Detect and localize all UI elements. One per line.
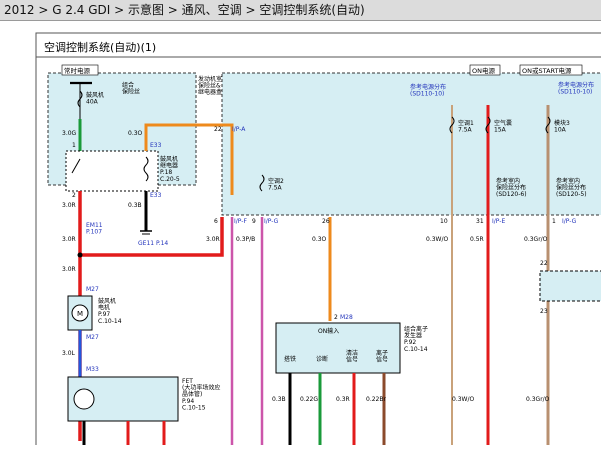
wire-30r-low-label: 3.0R — [62, 266, 76, 273]
wire-03wo-label: 0.3W/O — [426, 236, 448, 243]
wire-03o-label: 0.3O — [312, 236, 327, 243]
wire-30r-left-label: 3.0R — [206, 236, 220, 243]
pin-23-label: 23 — [540, 308, 548, 315]
pin-ground-label: 搭铁 — [284, 355, 296, 363]
wire-03gro-low-label: 0.3Gr/O — [526, 396, 550, 403]
on-input-label: ON输入 — [318, 327, 339, 335]
diagram-title: 空调控制系统(自动)(1) — [44, 40, 156, 54]
pin-9-label: 9 — [252, 218, 256, 225]
ge11-label: GE11 P.14 — [138, 240, 168, 247]
pin-diag-label: 诊断 — [316, 355, 328, 363]
wire-03r-ion-label: 0.3R — [336, 396, 350, 403]
ipg-label: I/P-G — [264, 218, 279, 225]
wire-30r-mid-label: 3.0R — [62, 236, 76, 243]
m27b-label: M27 — [86, 334, 99, 341]
wire-03gro-label: 0.3Gr/O — [524, 236, 548, 243]
breadcrumb-text: 2012 > G 2.4 GDI > 示意图 > 通风、空调 > 空调控制系统(… — [4, 3, 365, 17]
power-dist-ref-1: 参考电源分布(SD110-10) — [410, 83, 446, 98]
pin-22b-label: 22 — [540, 260, 548, 267]
on-power-label: ON电源 — [472, 66, 495, 75]
pin-clean-label: 清洁信号 — [346, 349, 358, 364]
wiring-diagram-canvas: 空调控制系统(自动)(1) 常时电源 ON电源 ON或START电源 鼓风机 40… — [0, 21, 601, 449]
e33-top-label: E33 — [150, 142, 162, 149]
pin-22-label: 22 — [214, 126, 222, 133]
ipg2-label: I/P-G — [562, 218, 577, 225]
m33-label: M33 — [86, 366, 99, 373]
wire-03pb-label: 0.3P/B — [236, 236, 255, 243]
right-connector-box — [539, 270, 601, 302]
m28-label: M28 — [340, 314, 353, 321]
em11-label: EM11 P.107 — [86, 222, 103, 236]
ac2-fuse-label: 空调2 7.5A — [268, 177, 284, 192]
wire-03wo-low-label: 0.3W/O — [452, 396, 474, 403]
power-dist-ref-2: 参考电源分布(SD110-10) — [558, 81, 594, 96]
pin-ion-label: 离子信号 — [376, 349, 388, 364]
pin-10-label: 10 — [440, 218, 448, 225]
breadcrumb: 2012 > G 2.4 GDI > 示意图 > 通风、空调 > 空调控制系统(… — [0, 0, 601, 21]
ipf-label: I/P-F — [234, 218, 247, 225]
ipe-label: I/P-E — [492, 218, 505, 225]
wire-03b-label: 0.3B — [128, 202, 142, 209]
wire-022br-label: 0.22Br — [366, 396, 386, 403]
wire-03o-top-label: 0.3O — [128, 130, 143, 137]
junction-dot — [77, 252, 83, 258]
fet-transistor-icon — [73, 388, 95, 410]
fan-relay-label: 鼓风机继电器 P.18 C.20-5 — [160, 155, 180, 183]
always-power-label: 常时电源 — [64, 66, 91, 75]
pin-2-label: 2 — [72, 192, 76, 199]
motor-m-glyph: M — [77, 310, 83, 318]
e33-bottom-label: E33 — [150, 192, 162, 199]
ac1-fuse-label: 空调1 7.5A — [458, 119, 474, 134]
wiring-diagram: 空调控制系统(自动)(1) 常时电源 ON电源 ON或START电源 鼓风机 40… — [35, 32, 601, 449]
wire-03b-ion-label: 0.3B — [272, 396, 286, 403]
on-start-power-label: ON或START电源 — [522, 66, 572, 75]
m27-label: M27 — [86, 286, 99, 293]
wire-3g-label: 3.0G — [62, 130, 77, 137]
wire-022g-label: 0.22G — [300, 396, 318, 403]
pin-2c-label: 2 — [334, 314, 338, 321]
pin-1b-label: 1 — [552, 218, 556, 225]
pin-26-label: 26 — [322, 218, 330, 225]
pin-6-label: 6 — [214, 218, 218, 225]
ipa-label: I/P-A — [232, 126, 246, 133]
pin-1-label: 1 — [72, 142, 76, 149]
wire-30l-label: 3.0L — [62, 350, 76, 357]
wire-05r-label: 0.5R — [470, 236, 484, 243]
wire-30r-top-label: 3.0R — [62, 202, 76, 209]
pin-31-label: 31 — [476, 218, 484, 225]
engine-fuse-box-label: 发动机室保险丝&继电器盒 — [198, 75, 222, 96]
